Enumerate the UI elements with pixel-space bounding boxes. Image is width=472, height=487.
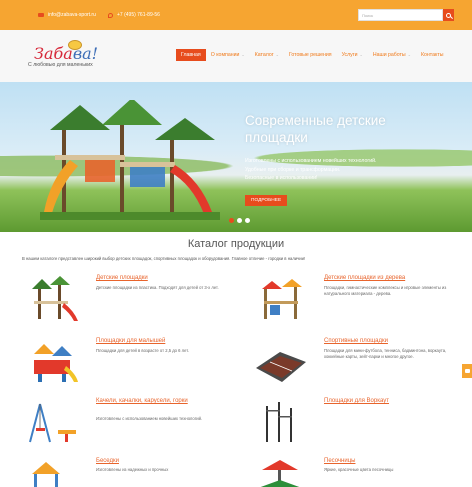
card-title[interactable]: Песочницы: [324, 458, 459, 466]
nav-item-about[interactable]: О компании ⌄: [206, 49, 250, 61]
nav-item-home[interactable]: Главная: [176, 49, 206, 61]
card-title[interactable]: Беседки: [96, 458, 231, 466]
playground-thumb: [32, 276, 78, 321]
catalog-card-sport[interactable]: Спортивные площадки Площадки для мини-фу…: [252, 338, 462, 390]
catalog-intro: В нашем каталоге представлен широкий выб…: [22, 256, 306, 261]
catalog-card-workout[interactable]: Площадки для Воркаут: [252, 398, 462, 450]
email-text: info@zabava-sport.ru: [48, 12, 96, 18]
card-desc: Площадки, гимнастические комплексы и игр…: [324, 285, 447, 297]
slider-dot-2[interactable]: [237, 218, 242, 223]
card-desc: Площадки для мини-футбола, тенниса, бадм…: [324, 348, 447, 360]
nav-item-services[interactable]: Услуги ⌄: [337, 49, 368, 61]
catalog-card-sandbox[interactable]: Песочницы Яркие, красочные цвета песочни…: [252, 458, 462, 487]
search-input[interactable]: Поиск: [358, 9, 443, 21]
catalog-title: Каталог продукции: [187, 238, 285, 250]
slider-dots: [229, 218, 250, 223]
chevron-down-icon: ⌄: [359, 52, 363, 57]
card-desc: Изготовлены из надежных и прочных: [96, 467, 169, 472]
catalog-card-kids[interactable]: Детские площадки Детские площадки из пла…: [24, 275, 234, 327]
logo-word: Забава!: [34, 44, 99, 63]
card-title[interactable]: Площадки для малышей: [96, 338, 231, 346]
mail-icon: [38, 13, 44, 17]
hero-text: Изготовлены с использованием новейших те…: [245, 158, 377, 181]
hero-title: Современные детские площадки: [245, 113, 386, 145]
logo-tagline: С любовью для маленьких: [28, 62, 93, 68]
phone-icon: [108, 12, 113, 18]
search-button[interactable]: [443, 9, 454, 21]
phone-link[interactable]: +7 (495) 761-89-56: [108, 12, 160, 18]
phone-text: +7 (495) 761-89-56: [117, 12, 160, 18]
playground-image: [40, 100, 220, 220]
sport-ground-thumb: [256, 352, 306, 382]
swing-thumb: [29, 403, 76, 443]
card-title[interactable]: Детские площадки: [96, 275, 231, 283]
nav-item-solutions[interactable]: Готовые решения: [284, 49, 337, 61]
wooden-playground-thumb: [262, 279, 302, 319]
card-title[interactable]: Площадки для Воркаут: [324, 398, 459, 406]
chevron-down-icon: ⌄: [241, 52, 245, 57]
toddler-playground-thumb: [34, 344, 78, 382]
chevron-down-icon: ⌄: [275, 52, 279, 57]
slider-dot-3[interactable]: [245, 218, 250, 223]
card-desc: Яркие, красочные цвета песочницы: [324, 467, 394, 472]
chevron-down-icon: ⌄: [407, 52, 412, 57]
sandbox-thumb: [260, 460, 300, 487]
catalog-card-gazebo[interactable]: Беседки Изготовлены из надежных и прочны…: [24, 458, 234, 487]
workout-thumb: [266, 402, 292, 442]
nav-item-catalog[interactable]: Каталог ⌄: [250, 49, 284, 61]
nav-item-contacts[interactable]: Контакты: [416, 49, 448, 61]
card-desc: Площадки для детей в возрасте от 2,5 до …: [96, 348, 189, 353]
logo[interactable]: Забава! С любовью для маленьких: [28, 40, 108, 74]
catalog-card-swings[interactable]: Качели, качалки, карусели, горки Изготов…: [24, 398, 234, 450]
mail-icon: [464, 369, 470, 373]
card-title[interactable]: Качели, качалки, карусели, горки: [96, 398, 231, 406]
card-title[interactable]: Спортивные площадки: [324, 338, 459, 346]
main-nav: Главная О компании ⌄ Каталог ⌄ Готовые реш…: [176, 49, 448, 61]
card-desc: Детские площадки из пластика. Подходят д…: [96, 285, 219, 290]
feedback-tab[interactable]: [462, 364, 472, 378]
top-bar: info@zabava-sport.ru +7 (495) 761-89-56 …: [0, 0, 472, 30]
slider-dot-1[interactable]: [229, 218, 234, 223]
search-icon: [446, 12, 451, 18]
card-title[interactable]: Детские площадки из дерева: [324, 275, 459, 283]
catalog-card-wood[interactable]: Детские площадки из дерева Площадки, гим…: [252, 275, 462, 327]
gazebo-thumb: [32, 462, 60, 487]
catalog-card-toddlers[interactable]: Площадки для малышей Площадки для детей …: [24, 338, 234, 390]
nav-item-works[interactable]: Наши работы ⌄: [368, 49, 416, 61]
details-button[interactable]: ПОДРОБНЕЕ: [245, 195, 288, 206]
card-desc: Изготовлены с использованием новейших те…: [96, 416, 203, 421]
email-link[interactable]: info@zabava-sport.ru: [38, 12, 96, 18]
